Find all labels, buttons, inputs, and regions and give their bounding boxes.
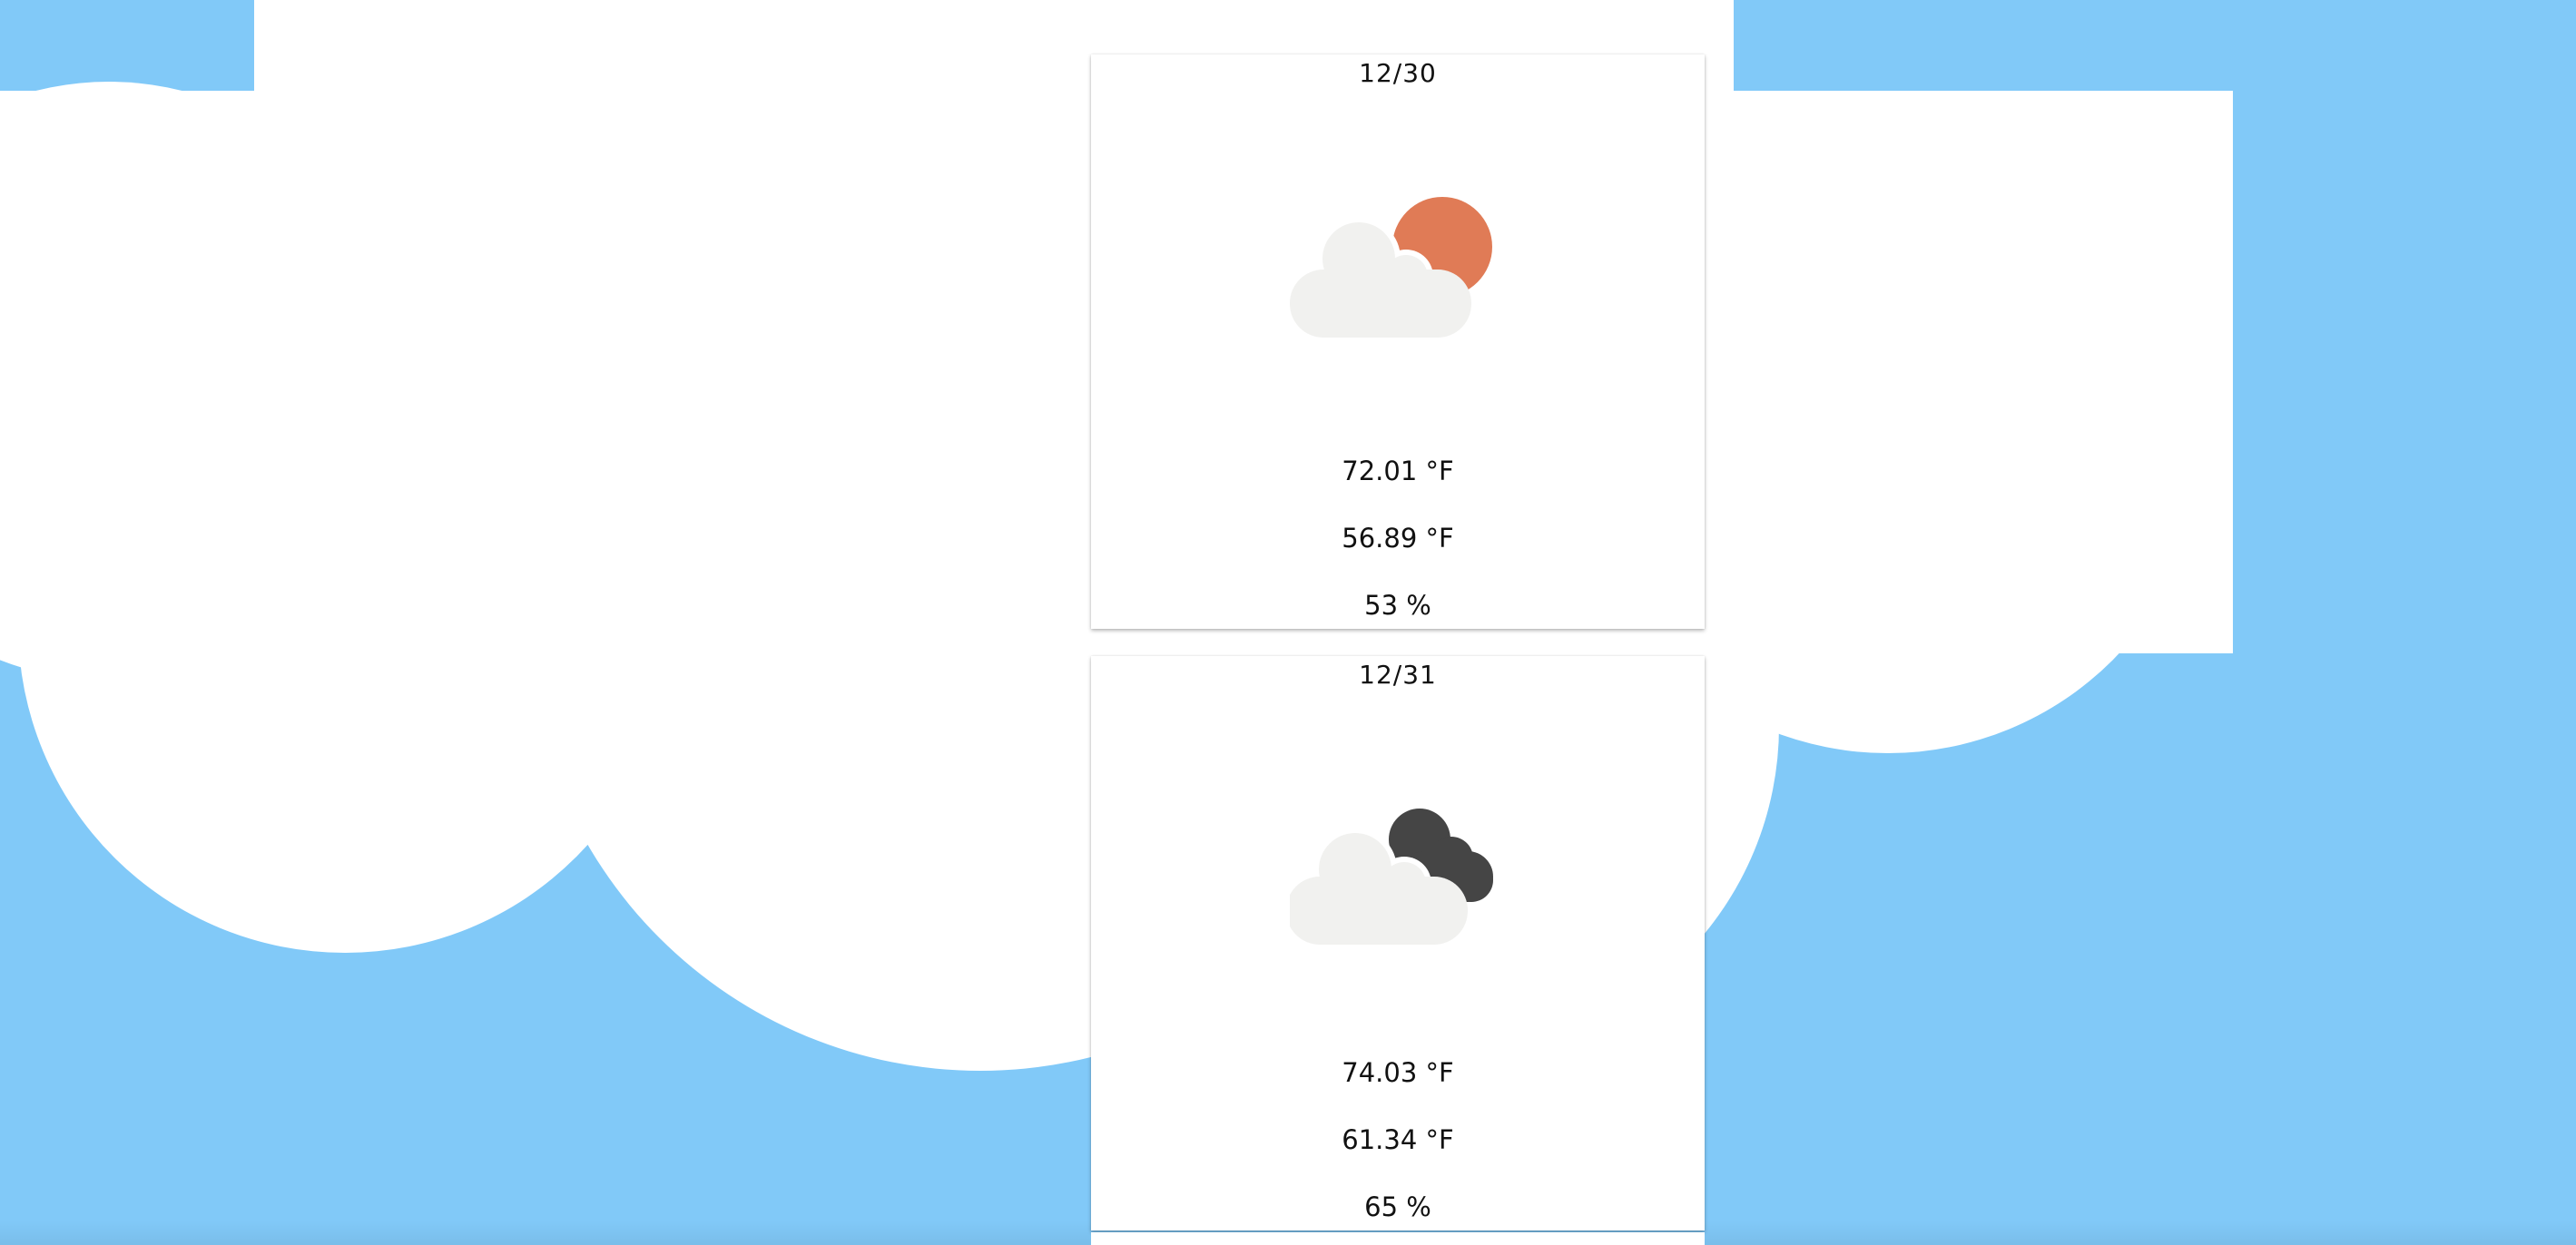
low-temperature: 56.89 °F <box>1342 523 1454 554</box>
forecast-card-day-2: 12/31 74.03 °F 61.34 °F 65 % <box>1091 656 1705 1230</box>
forecast-date: 12/31 <box>1359 660 1437 690</box>
high-temperature: 74.03 °F <box>1342 1057 1454 1088</box>
next-card-edge <box>1091 1232 1705 1245</box>
partly-cloudy-day-icon <box>1290 197 1492 338</box>
humidity: 53 % <box>1364 590 1431 621</box>
low-temperature: 61.34 °F <box>1342 1124 1454 1155</box>
forecast-date: 12/30 <box>1359 58 1437 88</box>
cloudy-icon <box>1290 809 1493 945</box>
humidity: 65 % <box>1364 1191 1431 1222</box>
high-temperature: 72.01 °F <box>1342 456 1454 486</box>
forecast-card-day-1: 12/30 72.01 °F 56.89 °F 53 % <box>1091 54 1705 629</box>
forecast-list: 12/30 72.01 °F 56.89 °F 53 % 12/31 74.03… <box>1091 54 1705 1245</box>
